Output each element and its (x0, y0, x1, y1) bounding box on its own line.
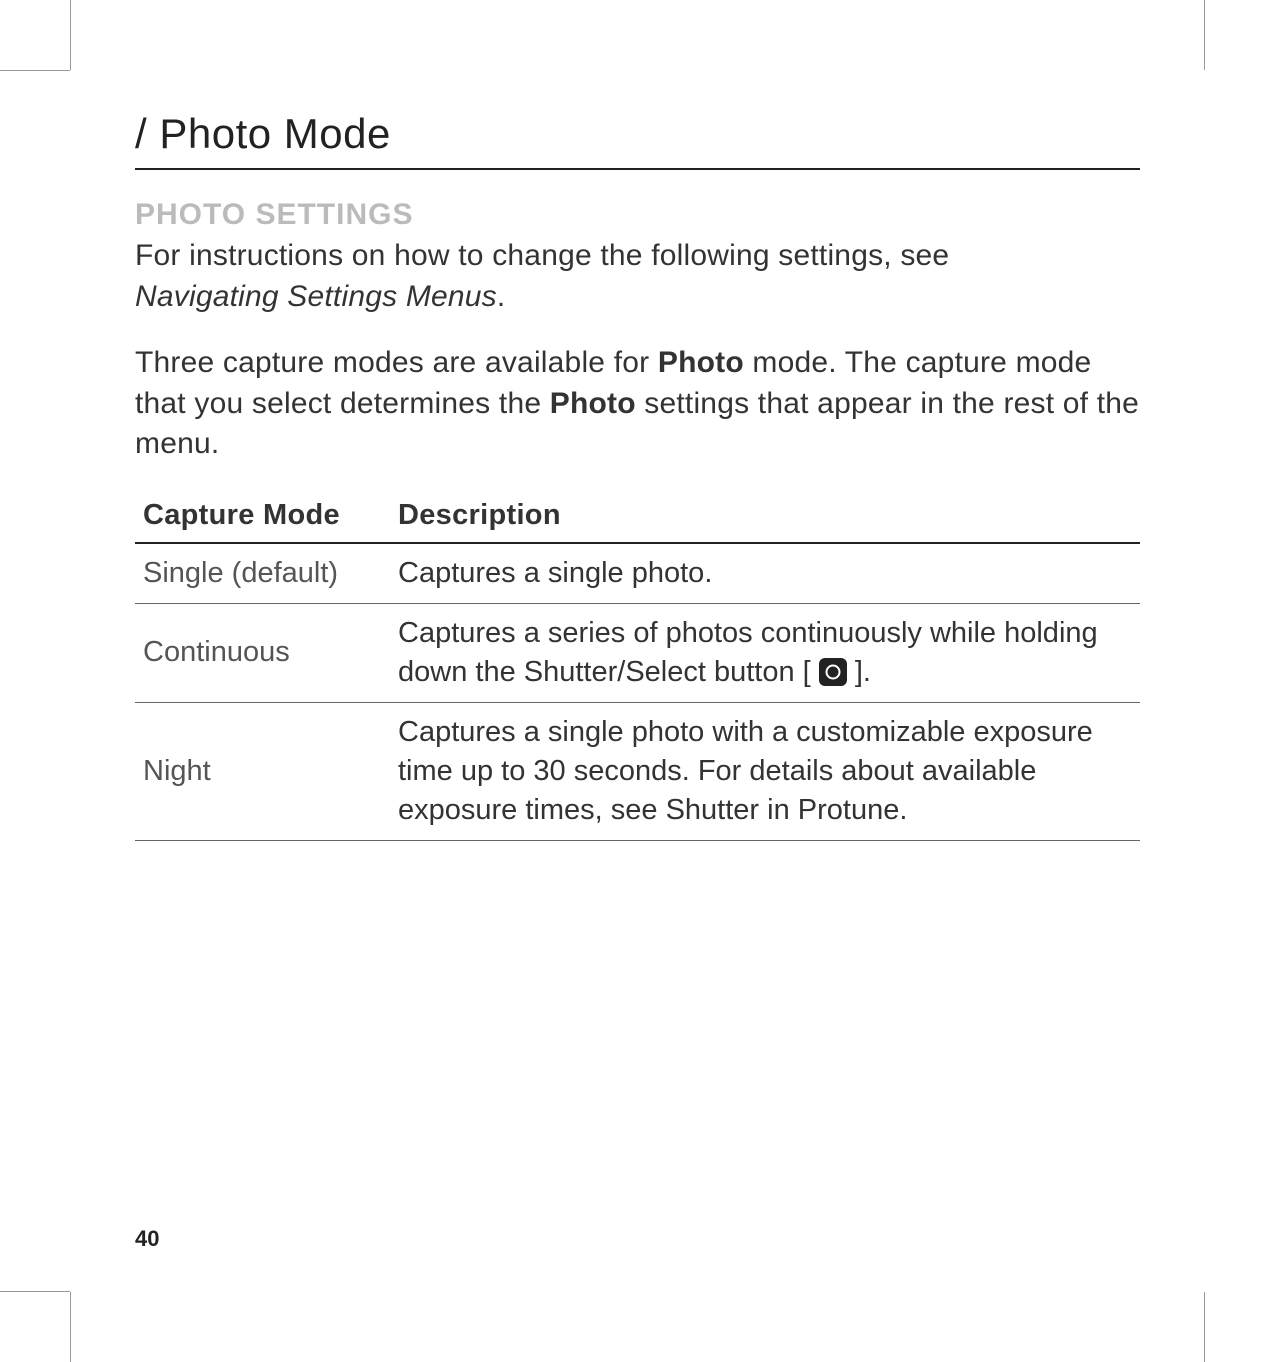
photo-bold: Photo (550, 387, 636, 420)
desc-text: . (899, 794, 907, 826)
desc-text: button [ (706, 656, 819, 688)
photo-bold: Photo (658, 346, 744, 379)
photo-settings-heading: PHOTO SETTINGS (135, 198, 1140, 232)
section-title: / Photo Mode (135, 110, 1140, 170)
desc-night: Captures a single photo with a customiza… (390, 702, 1140, 840)
intro-text: For instructions on how to change the fo… (135, 239, 949, 272)
crop-mark (0, 70, 70, 71)
protune-italic: Protune (798, 794, 900, 826)
crop-mark (1204, 0, 1205, 70)
table-row: Continuous Captures a series of photos c… (135, 603, 1140, 702)
desc-continuous: Captures a series of photos continuously… (390, 603, 1140, 702)
capture-modes-table: Capture Mode Description Single (default… (135, 491, 1140, 842)
table-row: Night Captures a single photo with a cus… (135, 702, 1140, 840)
desc-text: ]. (847, 656, 871, 688)
page-content: / Photo Mode PHOTO SETTINGS For instruct… (135, 110, 1140, 1252)
desc-text: in (759, 794, 798, 826)
intro-paragraph: For instructions on how to change the fo… (135, 236, 1140, 317)
desc-single: Captures a single photo. (390, 543, 1140, 604)
para-text: Three capture modes are available for (135, 346, 658, 379)
shutter-italic: Shutter (666, 794, 760, 826)
shutter-select-icon (819, 658, 847, 686)
modes-paragraph: Three capture modes are available for Ph… (135, 343, 1140, 465)
mode-night: Night (135, 702, 390, 840)
table-row: Single (default) Captures a single photo… (135, 543, 1140, 604)
table-header-row: Capture Mode Description (135, 491, 1140, 543)
header-capture-mode: Capture Mode (135, 491, 390, 543)
crop-mark (1204, 1292, 1205, 1362)
shutter-select-bold: Shutter/Select (524, 656, 706, 688)
crop-mark (70, 1292, 71, 1362)
intro-reference: Navigating Settings Menus (135, 280, 497, 313)
header-description: Description (390, 491, 1140, 543)
page-number: 40 (135, 1226, 159, 1252)
mode-continuous: Continuous (135, 603, 390, 702)
intro-period: . (497, 280, 506, 313)
crop-mark (0, 1291, 70, 1292)
crop-mark (70, 0, 100, 70)
mode-single: Single (default) (135, 543, 390, 604)
